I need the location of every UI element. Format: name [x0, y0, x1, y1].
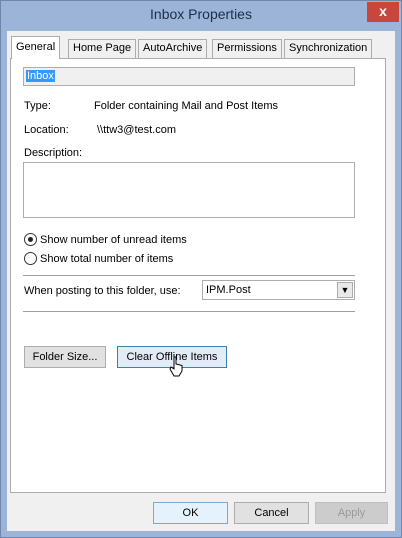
chevron-down-icon[interactable]: ▼ — [337, 282, 353, 298]
tab-permissions[interactable]: Permissions — [212, 39, 282, 58]
separator — [23, 275, 355, 276]
tab-synchronization[interactable]: Synchronization — [284, 39, 373, 58]
separator — [23, 311, 355, 312]
apply-button[interactable]: Apply — [315, 502, 388, 524]
folder-name-value: Inbox — [26, 70, 55, 82]
close-button[interactable]: x — [367, 2, 399, 22]
ok-button[interactable]: OK — [153, 502, 228, 524]
location-label: Location: — [24, 124, 69, 136]
tab-label: Synchronization — [289, 42, 368, 54]
dialog-client-area: General Home Page AutoArchive Permission… — [7, 31, 395, 531]
radio-selected-dot — [28, 237, 33, 242]
window-title: Inbox Properties — [150, 6, 252, 22]
tab-general[interactable]: General — [11, 36, 61, 59]
show-total-label[interactable]: Show total number of items — [40, 253, 173, 265]
title-bar[interactable]: Inbox Properties x — [1, 1, 401, 31]
show-unread-radio[interactable] — [24, 233, 37, 246]
show-total-radio[interactable] — [24, 252, 37, 265]
description-textarea[interactable] — [23, 162, 355, 218]
tab-label: Permissions — [217, 42, 277, 54]
location-value: \\ttw3@test.com — [97, 124, 177, 136]
posting-form-value: IPM.Post — [206, 284, 251, 296]
properties-dialog: Inbox Properties x General Home Page Aut… — [0, 0, 402, 538]
type-value: Folder containing Mail and Post Items — [94, 100, 279, 112]
posting-form-dropdown[interactable]: IPM.Post ▼ — [202, 280, 355, 300]
tab-home-page[interactable]: Home Page — [68, 39, 137, 58]
description-label: Description: — [24, 147, 83, 159]
cancel-button[interactable]: Cancel — [234, 502, 309, 524]
folder-name-field[interactable]: Inbox — [23, 67, 355, 86]
posting-label: When posting to this folder, use: — [24, 285, 181, 297]
tab-autoarchive[interactable]: AutoArchive — [138, 39, 208, 58]
tab-label: General — [16, 41, 56, 53]
folder-size-button[interactable]: Folder Size... — [24, 346, 106, 368]
tab-label: Home Page — [73, 42, 132, 54]
type-label: Type: — [24, 100, 51, 112]
mouse-pointer-icon — [169, 356, 183, 377]
show-unread-label[interactable]: Show number of unread items — [40, 234, 187, 246]
close-icon: x — [379, 3, 387, 19]
tab-label: AutoArchive — [143, 42, 203, 54]
general-tab-panel: Inbox Type: Folder containing Mail and P… — [10, 58, 386, 493]
